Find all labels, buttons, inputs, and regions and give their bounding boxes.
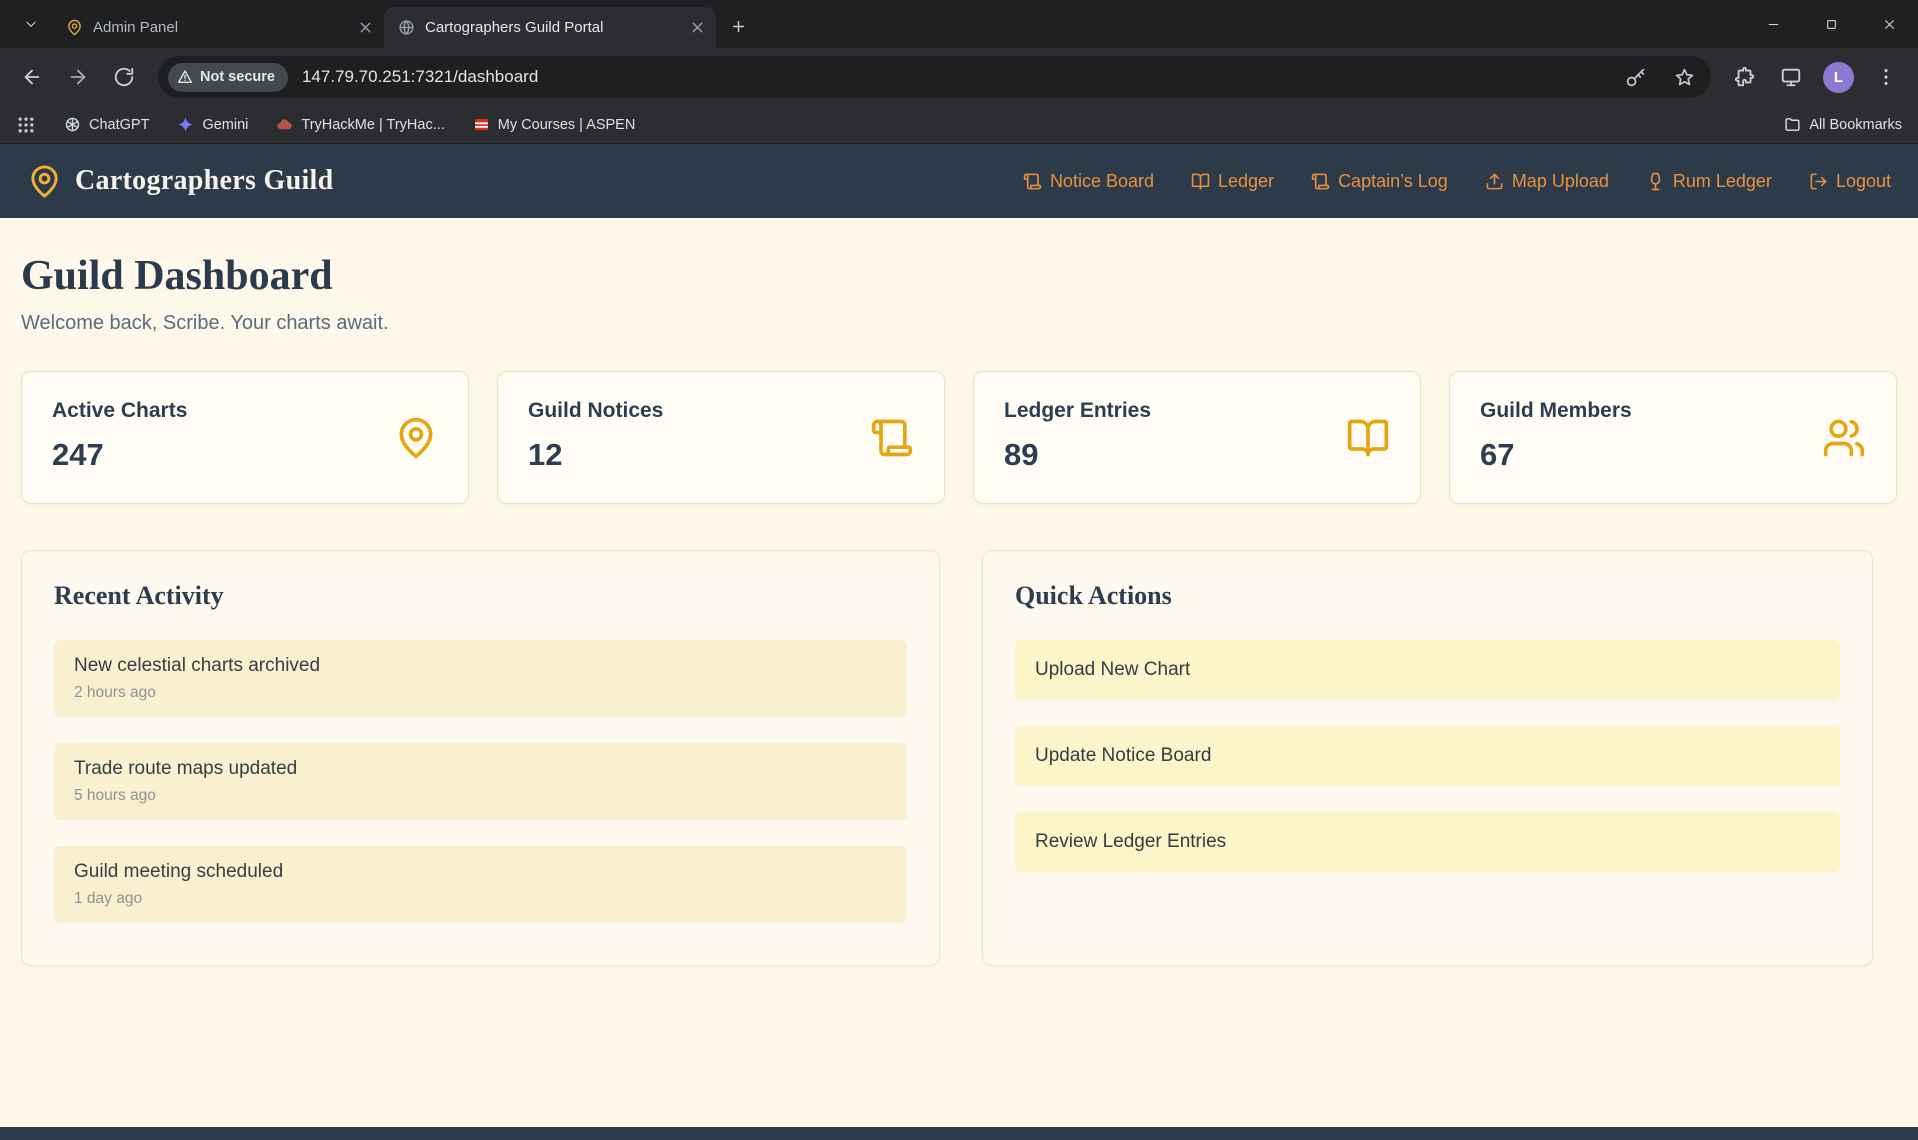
panel-title: Recent Activity bbox=[54, 581, 907, 611]
bookmark-tryhackme[interactable]: TryHackMe | TryHac... bbox=[276, 116, 444, 133]
site-footer bbox=[0, 1127, 1918, 1140]
menu-kebab-icon[interactable] bbox=[1866, 57, 1906, 97]
not-secure-badge[interactable]: Not secure bbox=[168, 63, 288, 92]
password-key-icon[interactable] bbox=[1625, 67, 1646, 88]
browser-toolbar: Not secure 147.79.70.251:7321/dashboard … bbox=[0, 48, 1918, 106]
bookmarks-bar: ChatGPT Gemini TryHackMe | TryHac... My … bbox=[0, 106, 1918, 144]
tab-title: Cartographers Guild Portal bbox=[425, 19, 679, 36]
nav-rum-ledger[interactable]: Rum Ledger bbox=[1646, 171, 1772, 192]
activity-time: 1 day ago bbox=[74, 890, 887, 908]
activity-time: 5 hours ago bbox=[74, 787, 887, 805]
stat-card-guild-members: Guild Members 67 bbox=[1449, 371, 1897, 504]
address-bar[interactable]: Not secure 147.79.70.251:7321/dashboard bbox=[158, 56, 1711, 98]
bookmark-gemini[interactable]: Gemini bbox=[177, 116, 248, 133]
nav-map-upload[interactable]: Map Upload bbox=[1485, 171, 1609, 192]
reload-icon[interactable] bbox=[104, 57, 144, 97]
site-header: Cartographers Guild Notice Board Ledger … bbox=[0, 144, 1918, 218]
stat-label: Guild Notices bbox=[528, 399, 914, 423]
action-upload-new-chart[interactable]: Upload New Chart bbox=[1015, 640, 1840, 700]
stats-row: Active Charts 247 Guild Notices 12 Ledge… bbox=[21, 371, 1897, 504]
scroll-icon bbox=[870, 416, 914, 460]
panel-title: Quick Actions bbox=[1015, 581, 1840, 611]
stat-card-guild-notices: Guild Notices 12 bbox=[497, 371, 945, 504]
warning-icon bbox=[177, 69, 193, 85]
folder-icon bbox=[1784, 116, 1801, 133]
scroll-icon bbox=[1311, 172, 1330, 191]
profile-avatar[interactable]: L bbox=[1823, 62, 1854, 93]
globe-favicon-icon bbox=[398, 19, 415, 36]
stat-label: Active Charts bbox=[52, 399, 438, 423]
not-secure-label: Not secure bbox=[200, 69, 275, 85]
welcome-text: Welcome back, Scribe. Your charts await. bbox=[21, 312, 1897, 335]
quick-actions-panel: Quick Actions Upload New Chart Update No… bbox=[982, 550, 1873, 966]
tab-search-chevron-icon[interactable] bbox=[14, 7, 48, 41]
stat-label: Ledger Entries bbox=[1004, 399, 1390, 423]
tab-title: Admin Panel bbox=[93, 19, 347, 36]
apps-grid-icon[interactable] bbox=[16, 115, 36, 135]
bookmark-star-icon[interactable] bbox=[1674, 67, 1695, 88]
stat-value: 12 bbox=[528, 437, 914, 473]
all-bookmarks-button[interactable]: All Bookmarks bbox=[1784, 116, 1902, 133]
minimize-button[interactable] bbox=[1744, 0, 1802, 48]
nav-captains-log[interactable]: Captain’s Log bbox=[1311, 171, 1448, 192]
nav-logout[interactable]: Logout bbox=[1809, 171, 1891, 192]
url-text: 147.79.70.251:7321/dashboard bbox=[302, 67, 538, 87]
stat-label: Guild Members bbox=[1480, 399, 1866, 423]
stat-card-ledger-entries: Ledger Entries 89 bbox=[973, 371, 1421, 504]
map-pin-icon bbox=[394, 416, 438, 460]
rum-goblet-icon bbox=[1646, 172, 1665, 191]
bookmark-chatgpt[interactable]: ChatGPT bbox=[64, 116, 149, 133]
cloud-icon bbox=[276, 116, 293, 133]
tab-strip: Admin Panel Cartographers Guild Portal bbox=[0, 0, 1918, 48]
chatgpt-icon bbox=[64, 116, 81, 133]
action-update-notice-board[interactable]: Update Notice Board bbox=[1015, 726, 1840, 786]
logout-icon bbox=[1809, 172, 1828, 191]
extensions-puzzle-icon[interactable] bbox=[1725, 57, 1765, 97]
activity-item: Guild meeting scheduled 1 day ago bbox=[54, 846, 907, 923]
stat-value: 67 bbox=[1480, 437, 1866, 473]
action-review-ledger-entries[interactable]: Review Ledger Entries bbox=[1015, 812, 1840, 872]
tab-cartographers-portal[interactable]: Cartographers Guild Portal bbox=[384, 7, 716, 48]
main-nav: Notice Board Ledger Captain’s Log Map Up… bbox=[1023, 171, 1891, 192]
back-icon[interactable] bbox=[12, 57, 52, 97]
close-window-button[interactable] bbox=[1860, 0, 1918, 48]
brand-title: Cartographers Guild bbox=[75, 165, 333, 197]
map-pin-favicon-icon bbox=[66, 19, 83, 36]
dashboard-main: Guild Dashboard Welcome back, Scribe. Yo… bbox=[0, 218, 1918, 1127]
activity-item: Trade route maps updated 5 hours ago bbox=[54, 743, 907, 820]
activity-text: Trade route maps updated bbox=[74, 758, 887, 780]
bookmark-aspen[interactable]: My Courses | ASPEN bbox=[473, 116, 636, 133]
nav-notice-board[interactable]: Notice Board bbox=[1023, 171, 1154, 192]
new-tab-button[interactable] bbox=[724, 12, 752, 40]
stat-value: 89 bbox=[1004, 437, 1390, 473]
page-viewport: Cartographers Guild Notice Board Ledger … bbox=[0, 144, 1918, 1140]
upload-icon bbox=[1485, 172, 1504, 191]
stat-card-active-charts: Active Charts 247 bbox=[21, 371, 469, 504]
book-open-icon bbox=[1191, 172, 1210, 191]
recent-activity-panel: Recent Activity New celestial charts arc… bbox=[21, 550, 940, 966]
tab-close-icon[interactable] bbox=[689, 19, 706, 36]
activity-text: Guild meeting scheduled bbox=[74, 861, 887, 883]
activity-time: 2 hours ago bbox=[74, 684, 887, 702]
page-title: Guild Dashboard bbox=[21, 252, 1897, 300]
guild-logo-pin-icon bbox=[27, 164, 62, 199]
activity-item: New celestial charts archived 2 hours ag… bbox=[54, 640, 907, 717]
nav-ledger[interactable]: Ledger bbox=[1191, 171, 1274, 192]
activity-text: New celestial charts archived bbox=[74, 655, 887, 677]
screen-share-icon[interactable] bbox=[1771, 57, 1811, 97]
members-icon bbox=[1822, 416, 1866, 460]
gemini-sparkle-icon bbox=[177, 116, 194, 133]
stat-value: 247 bbox=[52, 437, 438, 473]
panels-row: Recent Activity New celestial charts arc… bbox=[21, 550, 1897, 966]
maximize-button[interactable] bbox=[1802, 0, 1860, 48]
forward-icon[interactable] bbox=[58, 57, 98, 97]
browser-window: Admin Panel Cartographers Guild Portal N… bbox=[0, 0, 1918, 1140]
tab-admin-panel[interactable]: Admin Panel bbox=[52, 7, 384, 48]
scroll-icon bbox=[1023, 172, 1042, 191]
aspen-flag-icon bbox=[473, 116, 490, 133]
tab-close-icon[interactable] bbox=[357, 19, 374, 36]
window-controls bbox=[1744, 0, 1918, 48]
book-open-icon bbox=[1346, 416, 1390, 460]
